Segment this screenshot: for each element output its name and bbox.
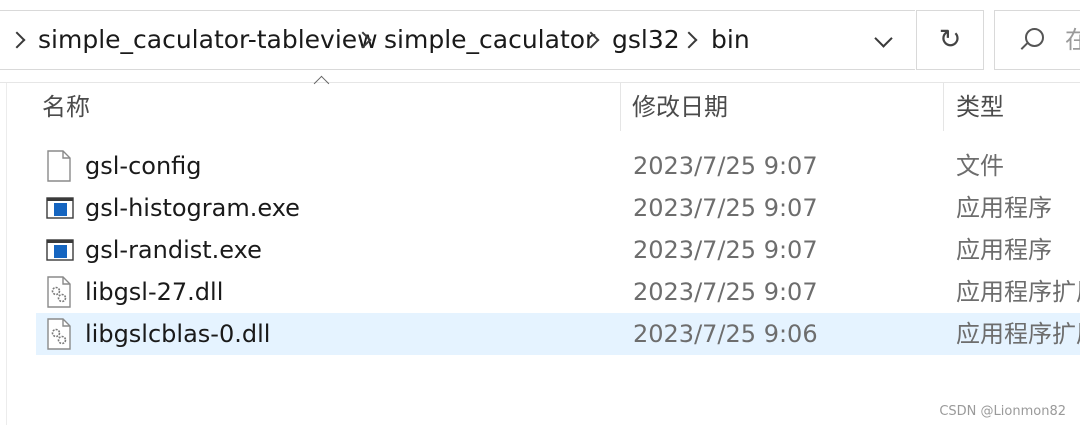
- address-toolbar: simple_caculator-tableview simple_cacula…: [0, 0, 1080, 83]
- file-icon: [46, 150, 72, 182]
- file-date: 2023/7/25 9:07: [633, 278, 818, 306]
- file-type: 应用程序: [956, 236, 1052, 264]
- chevron-down-icon[interactable]: [869, 21, 899, 61]
- breadcrumb-item[interactable]: simple_caculator: [384, 11, 595, 69]
- file-name: libgslcblas-0.dll: [85, 320, 271, 348]
- file-date: 2023/7/25 9:06: [633, 320, 818, 348]
- dll-icon: [46, 276, 72, 308]
- file-name: gsl-histogram.exe: [85, 194, 300, 222]
- column-divider[interactable]: [620, 83, 621, 131]
- application-icon: [46, 192, 74, 224]
- file-row[interactable]: libgsl-27.dll 2023/7/25 9:07 应用程序扩展: [36, 271, 1080, 313]
- breadcrumb-item[interactable]: bin: [711, 11, 750, 69]
- file-type: 应用程序: [956, 194, 1052, 222]
- column-header-date[interactable]: 修改日期: [632, 83, 728, 131]
- file-row[interactable]: gsl-randist.exe 2023/7/25 9:07 应用程序: [36, 229, 1080, 271]
- file-row[interactable]: gsl-histogram.exe 2023/7/25 9:07 应用程序: [36, 187, 1080, 229]
- file-row-selected[interactable]: libgslcblas-0.dll 2023/7/25 9:06 应用程序扩展: [36, 313, 1080, 355]
- column-header-name[interactable]: 名称: [42, 83, 90, 131]
- chevron-right-icon[interactable]: [680, 31, 698, 49]
- application-icon: [46, 234, 74, 266]
- file-type: 应用程序扩展: [956, 278, 1080, 306]
- column-divider[interactable]: [943, 83, 944, 131]
- file-date: 2023/7/25 9:07: [633, 152, 818, 180]
- file-date: 2023/7/25 9:07: [633, 236, 818, 264]
- file-row[interactable]: gsl-config 2023/7/25 9:07 文件: [36, 145, 1080, 187]
- file-name: gsl-randist.exe: [85, 236, 262, 264]
- breadcrumb-item[interactable]: gsl32: [612, 11, 680, 69]
- file-type: 应用程序扩展: [956, 320, 1080, 348]
- file-type: 文件: [956, 152, 1004, 180]
- refresh-icon: ↻: [938, 24, 962, 55]
- dll-icon: [46, 318, 72, 350]
- address-bar[interactable]: simple_caculator-tableview simple_cacula…: [0, 10, 915, 70]
- breadcrumb-item[interactable]: simple_caculator-tableview: [38, 11, 378, 69]
- chevron-right-icon[interactable]: [8, 31, 26, 49]
- search-icon: [1025, 28, 1044, 47]
- navigation-pane-edge: [0, 83, 7, 425]
- search-placeholder: 在: [1065, 26, 1080, 54]
- refresh-button[interactable]: ↻: [916, 10, 984, 70]
- file-date: 2023/7/25 9:07: [633, 194, 818, 222]
- watermark: CSDN @Lionmon82: [939, 404, 1066, 419]
- search-box[interactable]: 在: [994, 10, 1080, 70]
- file-name: gsl-config: [85, 152, 202, 180]
- column-header-type[interactable]: 类型: [956, 83, 1004, 131]
- file-name: libgsl-27.dll: [85, 278, 224, 306]
